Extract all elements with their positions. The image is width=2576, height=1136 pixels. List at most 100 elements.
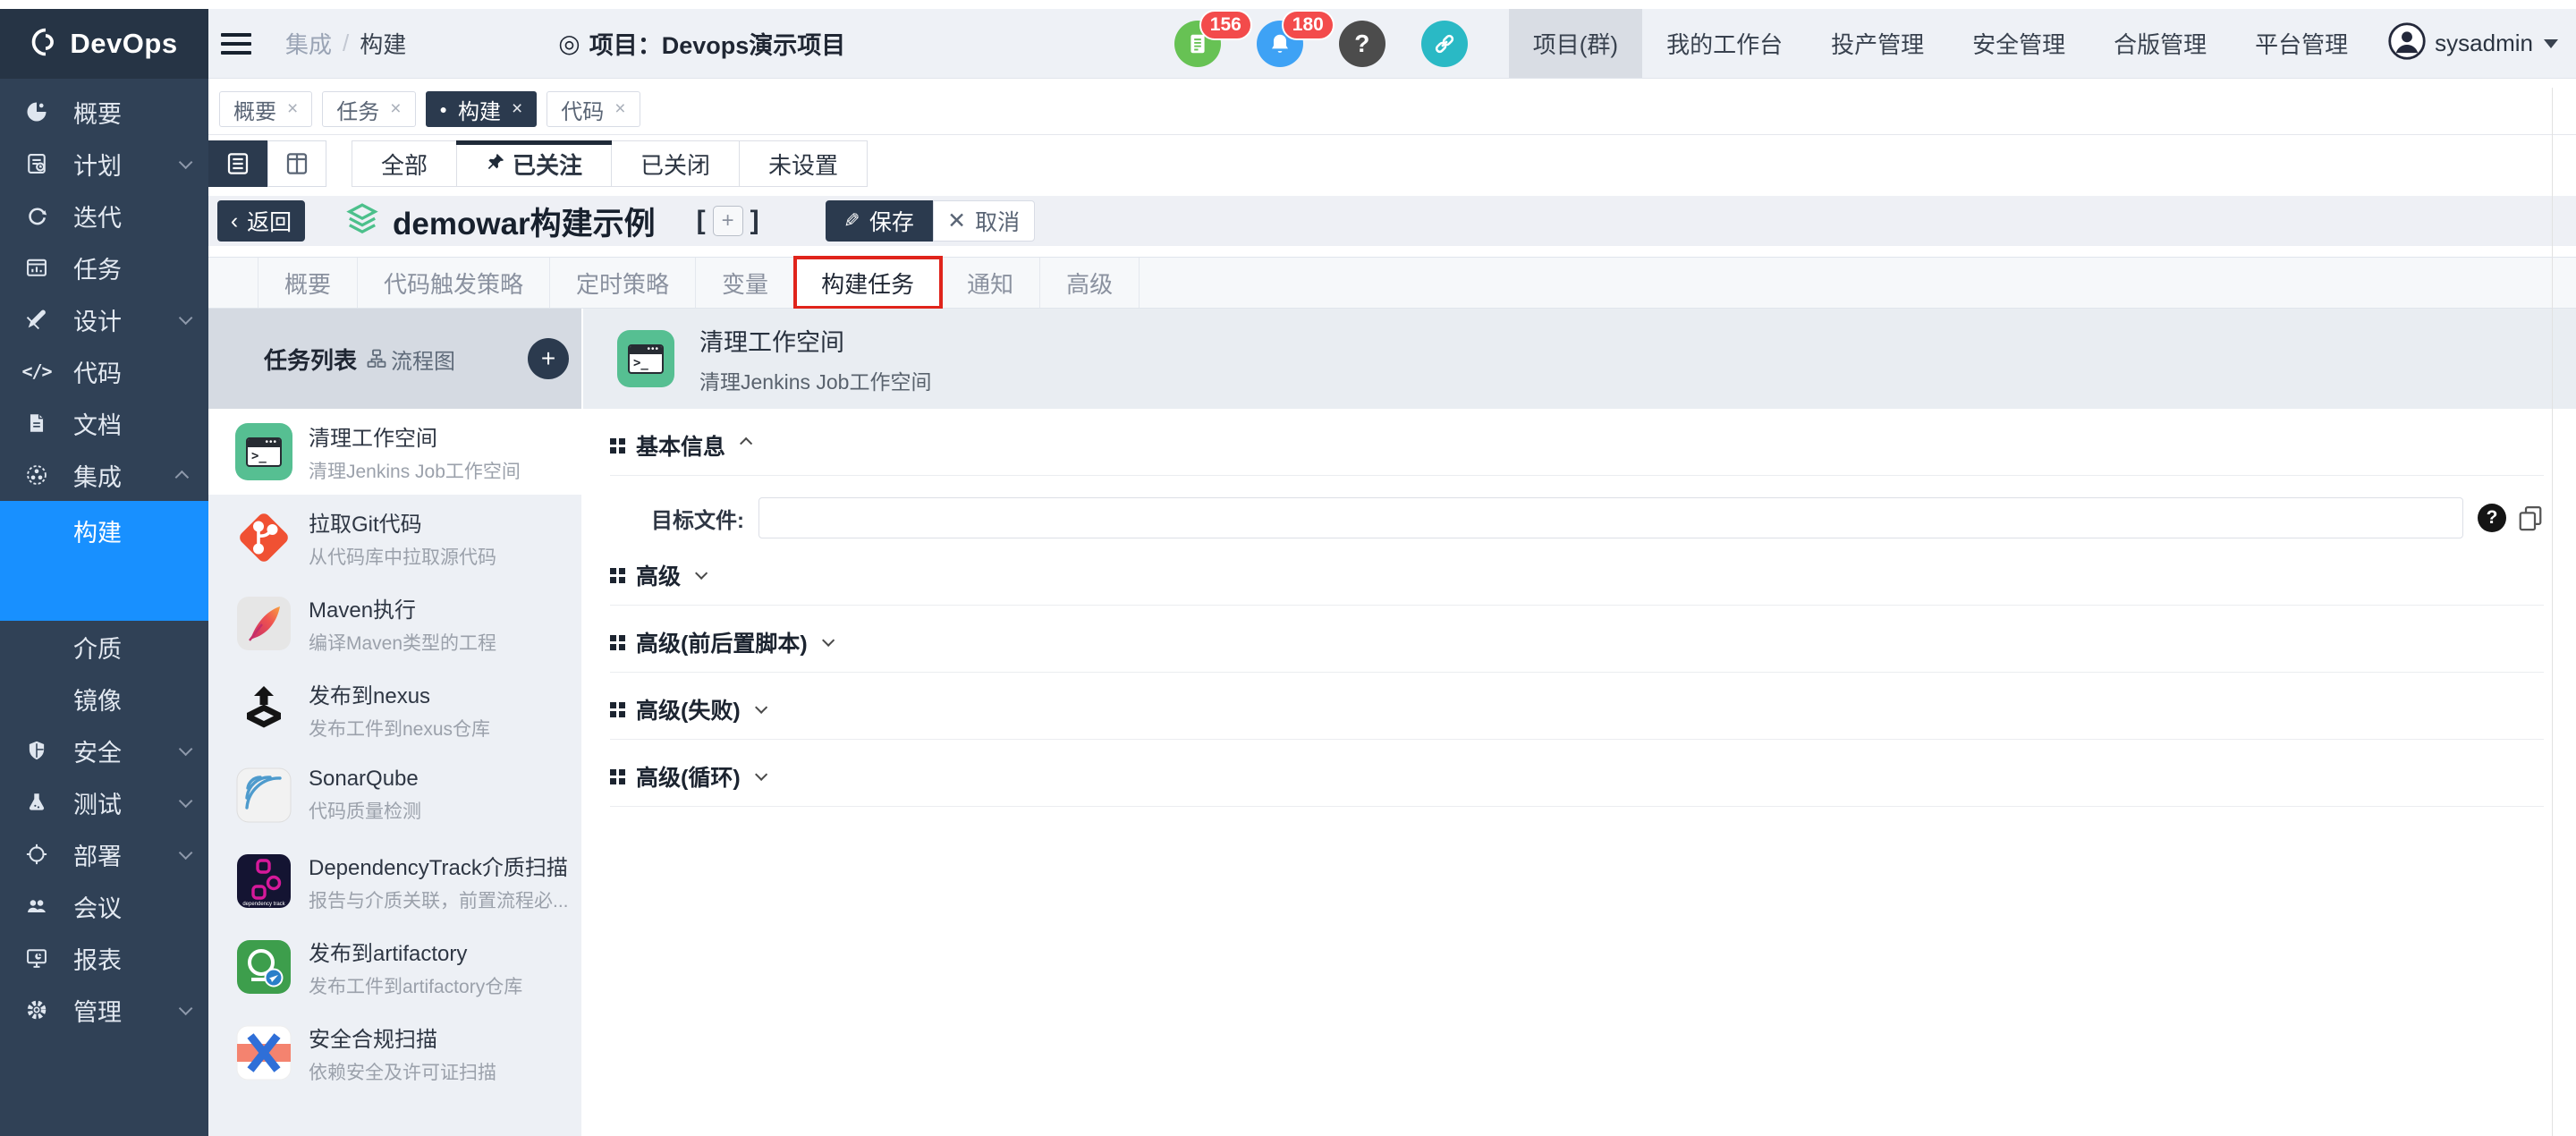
board-view-button[interactable] <box>267 140 326 187</box>
tab-chip-task[interactable]: 任务 × <box>322 91 415 127</box>
breadcrumb-integration[interactable]: 集成 <box>285 27 332 60</box>
flowchart-link[interactable]: 流程图 <box>366 343 455 375</box>
breadcrumb-build[interactable]: 构建 <box>360 27 406 60</box>
link-button[interactable] <box>1421 21 1468 67</box>
chevron-down-icon <box>179 845 193 860</box>
tab-overview[interactable]: 概要 <box>258 258 358 308</box>
document-log-button[interactable]: 156 <box>1174 21 1221 67</box>
list-view-button[interactable] <box>208 140 267 187</box>
target-file-input[interactable] <box>758 497 2463 538</box>
nexus-icon <box>235 681 292 738</box>
hamburger-menu-icon[interactable] <box>221 33 251 55</box>
filter-tab-all[interactable]: 全部 <box>352 141 457 186</box>
section-advanced-loop[interactable]: 高级(循环) <box>610 756 2544 797</box>
sidebar-item-integration[interactable]: 集成 <box>0 449 208 501</box>
add-task-button[interactable]: + <box>528 338 569 379</box>
task-item-git-pull[interactable]: 拉取Git代码从代码库中拉取源代码 <box>208 495 581 581</box>
section-advanced[interactable]: 高级 <box>610 555 2544 596</box>
report-icon <box>23 945 50 971</box>
top-header: 集成 / 构建 ◎ 项目：Devops演示项目 156 180 <box>208 9 2576 79</box>
task-item-artifactory[interactable]: 发布到artifactory发布工件到artifactory仓库 <box>208 924 581 1010</box>
tab-chip-overview[interactable]: 概要 × <box>219 91 312 127</box>
tab-chip-code[interactable]: 代码 × <box>547 91 640 127</box>
sidebar-item-design[interactable]: 设计 <box>0 293 208 345</box>
add-in-title-button[interactable]: + <box>713 206 743 236</box>
tab-notification[interactable]: 通知 <box>941 258 1040 308</box>
close-icon[interactable]: × <box>614 98 625 120</box>
sidebar-item-iteration[interactable]: 迭代 <box>0 190 208 242</box>
task-item-clean-workspace[interactable]: •••>_ 清理工作空间清理Jenkins Job工作空间 <box>208 409 581 495</box>
notification-bell-button[interactable]: 180 <box>1257 21 1303 67</box>
terminal-icon: •••>_ <box>235 423 292 480</box>
filter-tab-unset[interactable]: 未设置 <box>740 141 867 186</box>
nav-workbench[interactable]: 我的工作台 <box>1642 9 1807 78</box>
task-item-nexus[interactable]: 发布到nexus发布工件到nexus仓库 <box>208 666 581 752</box>
user-menu[interactable]: sysadmin <box>2372 22 2576 64</box>
tab-advanced[interactable]: 高级 <box>1040 258 1140 308</box>
tab-chip-build[interactable]: ● 构建 × <box>426 91 538 127</box>
task-item-sonarqube[interactable]: SonarQube代码质量检测 <box>208 752 581 838</box>
help-circle-icon[interactable]: ? <box>2478 504 2506 532</box>
flask-icon <box>23 789 50 816</box>
section-advanced-fail[interactable]: 高级(失败) <box>610 689 2544 730</box>
workspace: 任务列表 流程图 + •••>_ 清理工作空间清理Jenkins Job工作空间 <box>208 309 2576 1136</box>
sidebar-item-code[interactable]: </> 代码 <box>0 345 208 397</box>
task-item-dependencytrack[interactable]: dependency track DependencyTrack介质扫描报告与介… <box>208 838 581 924</box>
window-top-strip <box>0 0 2576 9</box>
sidebar-item-docs[interactable]: 文档 <box>0 397 208 449</box>
sidebar-item-overview[interactable]: 概要 <box>0 86 208 138</box>
tab-code-trigger[interactable]: 代码触发策略 <box>358 258 550 308</box>
chevron-down-icon <box>179 1001 193 1015</box>
section-advanced-scripts[interactable]: 高级(前后置脚本) <box>610 622 2544 663</box>
target-file-label: 目标文件: <box>610 503 744 534</box>
copy-icon[interactable] <box>2517 504 2544 531</box>
filter-tabs: 全部 已关注 已关闭 未设置 <box>352 140 868 187</box>
sidebar-item-report[interactable]: 报表 <box>0 932 208 984</box>
doc-badge: 156 <box>1199 10 1252 40</box>
nav-production[interactable]: 投产管理 <box>1807 9 1948 78</box>
nav-projects[interactable]: 项目(群) <box>1509 9 1642 78</box>
sidebar: DevOps 概要 计划 迭代 任务 <box>0 9 208 1136</box>
sidebar-item-security[interactable]: 安全 <box>0 725 208 776</box>
sidebar-item-task[interactable]: 任务 <box>0 242 208 293</box>
tab-variables[interactable]: 变量 <box>696 258 795 308</box>
sidebar-item-test[interactable]: 测试 <box>0 776 208 828</box>
nav-security-mgmt[interactable]: 安全管理 <box>1948 9 2089 78</box>
artifactory-icon <box>235 938 292 996</box>
help-button[interactable]: ? <box>1339 21 1385 67</box>
active-dot-icon: ● <box>440 103 447 115</box>
filter-tab-followed[interactable]: 已关注 <box>457 141 612 186</box>
sidebar-item-plan[interactable]: 计划 <box>0 138 208 190</box>
close-icon[interactable]: × <box>287 98 298 120</box>
detail-title: 清理工作空间 <box>699 323 931 358</box>
tab-build-tasks[interactable]: 构建任务 <box>795 258 941 308</box>
task-item-security-scan[interactable]: 安全合规扫描依赖安全及许可证扫描 <box>208 1010 581 1096</box>
sidebar-item-manage[interactable]: 管理 <box>0 984 208 1036</box>
filter-row: 全部 已关注 已关闭 未设置 <box>208 140 2576 187</box>
nav-version-mgmt[interactable]: 合版管理 <box>2089 9 2231 78</box>
tab-schedule[interactable]: 定时策略 <box>550 258 696 308</box>
sidebar-item-artifact[interactable]: 介质 <box>0 621 208 673</box>
section-basic-info[interactable]: 基本信息 <box>610 425 2544 466</box>
grid-icon <box>610 568 625 583</box>
build-toolbar: ‹ 返回 demowar构建示例 [ + ] ✎ 保存 ✕ <box>208 196 2576 246</box>
close-icon[interactable]: × <box>390 98 401 120</box>
sidebar-item-meeting[interactable]: 会议 <box>0 880 208 932</box>
sidebar-item-deploy[interactable]: 部署 <box>0 828 208 880</box>
username: sysadmin <box>2435 30 2533 57</box>
cancel-button[interactable]: ✕ 取消 <box>933 200 1035 242</box>
task-icon <box>23 254 50 281</box>
crosshair-icon <box>23 841 50 868</box>
divider <box>610 605 2544 606</box>
divider <box>610 672 2544 673</box>
filter-tab-closed[interactable]: 已关闭 <box>612 141 740 186</box>
save-button[interactable]: ✎ 保存 <box>826 200 933 242</box>
sidebar-item-image[interactable]: 镜像 <box>0 673 208 725</box>
nav-platform-mgmt[interactable]: 平台管理 <box>2231 9 2372 78</box>
back-button[interactable]: ‹ 返回 <box>217 200 305 242</box>
close-icon[interactable]: × <box>512 98 522 120</box>
shield-icon <box>23 737 50 764</box>
task-item-maven[interactable]: Maven执行编译Maven类型的工程 <box>208 581 581 666</box>
sidebar-item-build[interactable]: 构建 <box>0 501 208 621</box>
scrollbar-track[interactable] <box>2552 88 2553 1136</box>
